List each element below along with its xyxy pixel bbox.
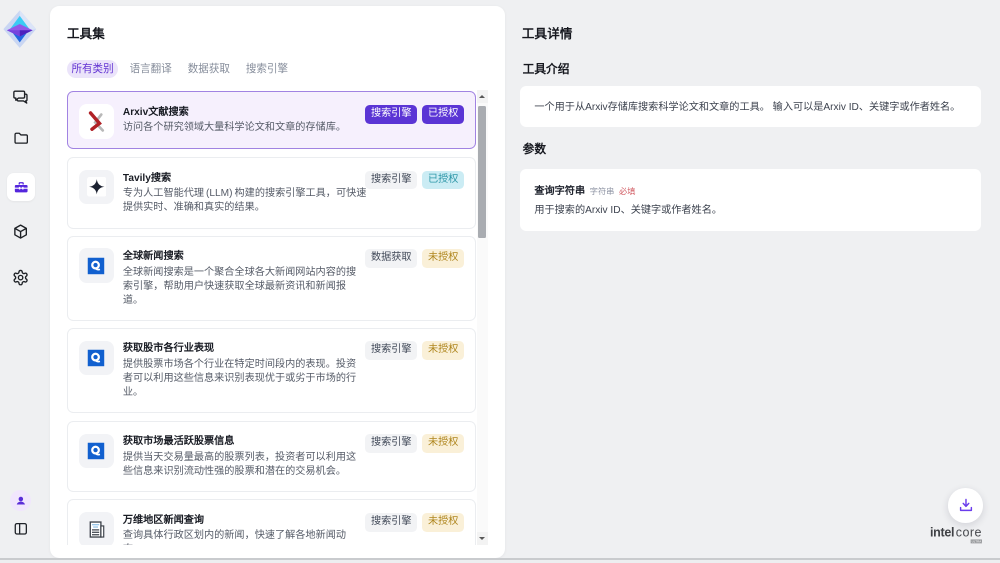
svg-text:core: core (956, 526, 982, 540)
svg-text:ULTRA: ULTRA (972, 540, 983, 544)
svg-text:intel: intel (930, 526, 954, 540)
